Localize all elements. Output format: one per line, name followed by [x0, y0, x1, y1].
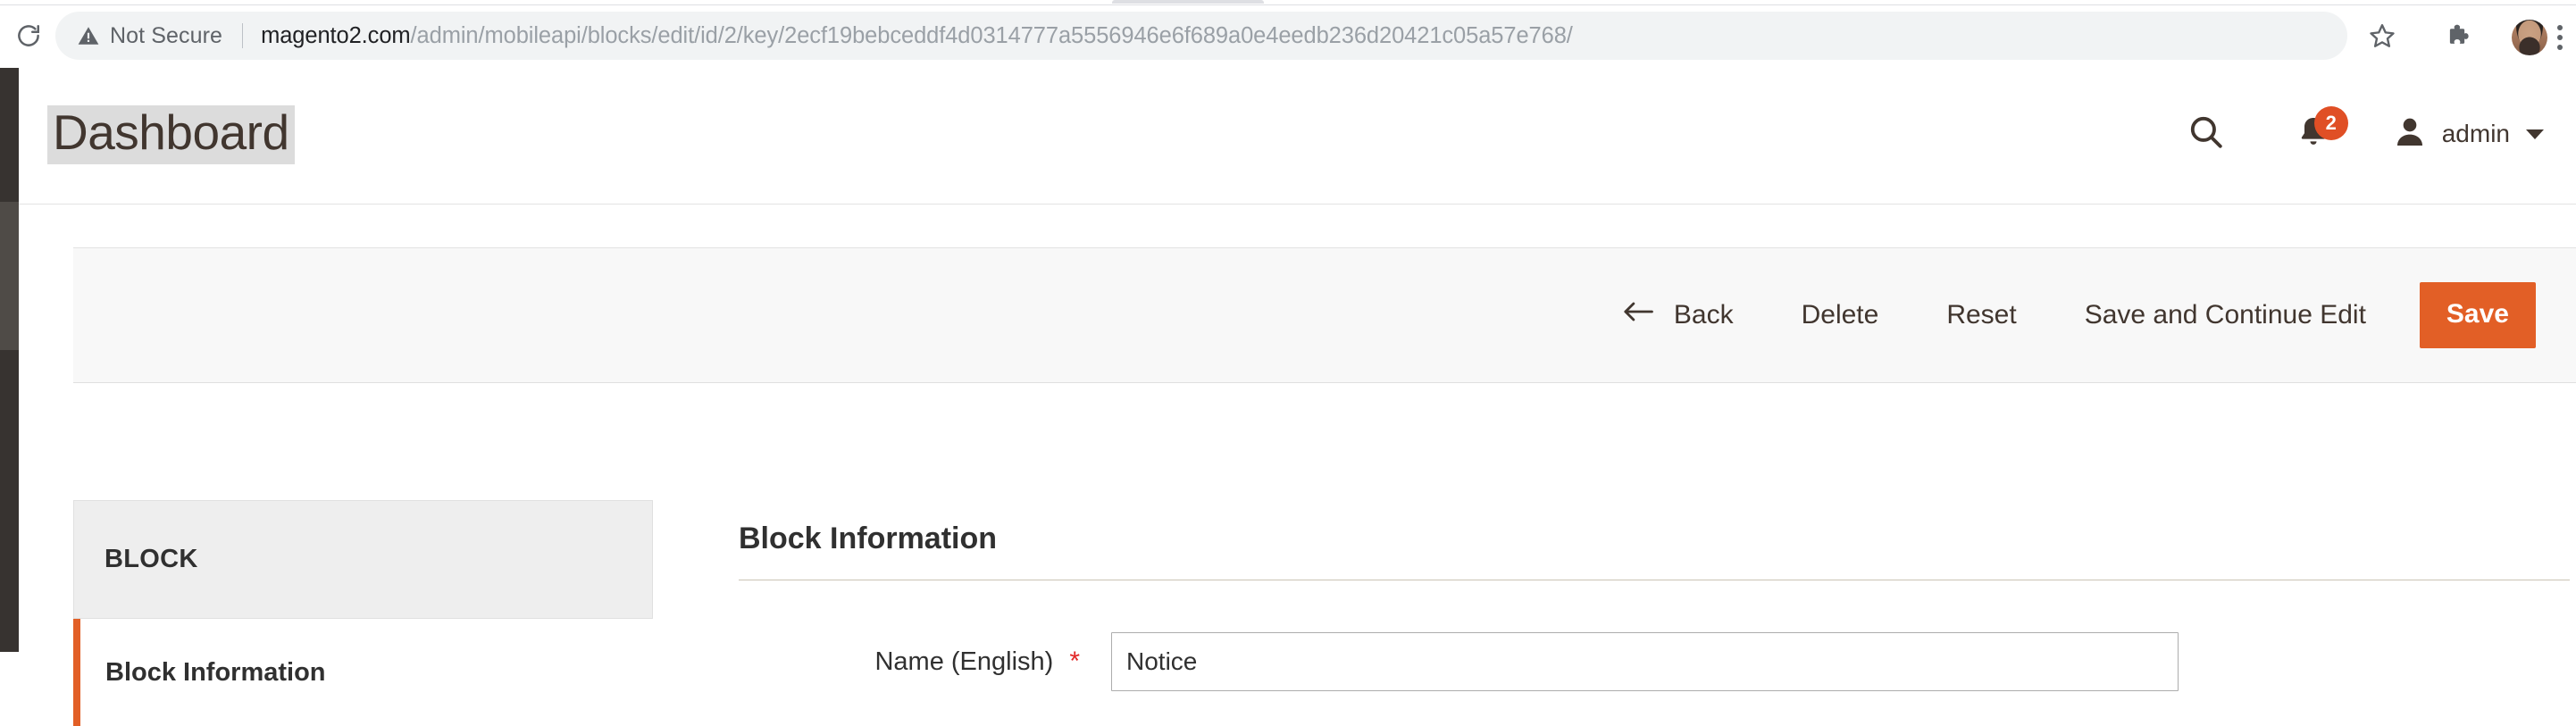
notifications-count-badge: 2 — [2313, 106, 2348, 140]
reset-button[interactable]: Reset — [1946, 291, 2016, 339]
person-silhouette-icon — [2392, 114, 2428, 154]
admin-page-header: Dashboard 2 admin — [19, 68, 2576, 204]
extensions-button[interactable] — [2438, 16, 2480, 59]
required-marker: * — [1069, 647, 1080, 676]
back-button-label: Back — [1673, 300, 1734, 330]
nav-rail-active-indicator — [0, 202, 19, 350]
magnifier-search-icon — [2187, 113, 2226, 156]
admin-nav-rail[interactable] — [0, 68, 19, 652]
admin-content-area: BLOCK Block Information Block Informatio… — [73, 383, 2576, 726]
omnibox-divider — [242, 23, 244, 48]
block-information-form: Block Information Name (English) * — [739, 522, 2570, 691]
reload-button[interactable] — [9, 16, 48, 55]
url-display[interactable]: magento2.com/admin/mobileapi/blocks/edit… — [261, 23, 2347, 49]
puzzle-piece-icon — [2446, 22, 2472, 54]
browser-menu-button[interactable] — [2548, 16, 2572, 59]
form-row-name: Name (English) * — [739, 632, 2570, 691]
back-button[interactable]: Back — [1622, 290, 1734, 340]
bookmark-button[interactable] — [2361, 16, 2404, 59]
profile-button[interactable] — [2510, 18, 2549, 57]
block-sidebar-header-label: BLOCK — [105, 545, 198, 573]
admin-header-tools: 2 admin — [2183, 106, 2544, 157]
browser-toolbar: Not Secure magento2.com/admin/mobileapi/… — [0, 5, 2576, 67]
search-button[interactable] — [2183, 111, 2229, 157]
account-name-label: admin — [2441, 120, 2510, 147]
user-avatar-icon — [2512, 20, 2547, 55]
block-sidebar-header: BLOCK — [73, 500, 653, 618]
name-input[interactable] — [1111, 632, 2179, 691]
form-legend: Block Information — [739, 522, 998, 555]
form-label-cell: Name (English) * — [739, 647, 1080, 677]
sidebar-item-label: Block Information — [105, 657, 326, 687]
security-status-label: Not Secure — [110, 22, 223, 48]
admin-application: Dashboard 2 admin Back Delete Reset Save… — [0, 68, 2576, 726]
notifications-button[interactable]: 2 — [2290, 106, 2348, 157]
save-and-continue-edit-button[interactable]: Save and Continue Edit — [2085, 291, 2366, 339]
caret-down-icon — [2526, 129, 2544, 139]
page-title: Dashboard — [47, 105, 295, 164]
url-path: /admin/mobileapi/blocks/edit/id/2/key/2e… — [410, 22, 1573, 48]
browser-tab[interactable] — [1112, 0, 1264, 4]
reload-icon — [15, 22, 42, 49]
name-field-label: Name (English) — [874, 647, 1054, 676]
block-sidebar: BLOCK Block Information — [73, 500, 653, 726]
warning-triangle-icon — [77, 24, 100, 47]
url-host: magento2.com — [261, 22, 411, 48]
address-bar[interactable]: Not Secure magento2.com/admin/mobileapi/… — [55, 12, 2347, 60]
three-dot-menu-icon — [2557, 25, 2563, 50]
save-button[interactable]: Save — [2419, 282, 2536, 348]
arrow-left-icon — [1622, 299, 1654, 331]
account-menu[interactable]: admin — [2392, 114, 2544, 154]
page-actions-toolbar: Back Delete Reset Save and Continue Edit… — [73, 247, 2576, 383]
site-security-chip[interactable]: Not Secure — [55, 12, 222, 60]
bookmark-star-icon — [2369, 22, 2396, 54]
sidebar-item-block-information[interactable]: Block Information — [73, 619, 653, 726]
delete-button[interactable]: Delete — [1802, 291, 1879, 339]
browser-chrome: Not Secure magento2.com/admin/mobileapi/… — [0, 0, 2576, 68]
